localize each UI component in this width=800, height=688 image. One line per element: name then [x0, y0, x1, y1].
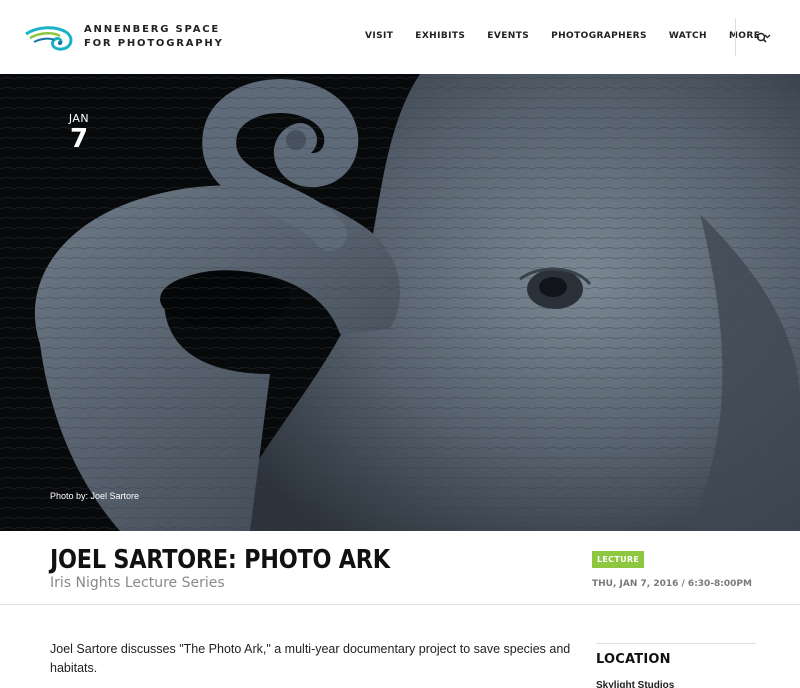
site-header: ANNENBERG SPACE FOR PHOTOGRAPHY VISIT EX…	[0, 0, 800, 74]
logo-swirl-icon	[25, 26, 73, 51]
search-icon[interactable]	[755, 31, 769, 45]
event-datetime: THU, JAN 7, 2016 / 6:30-8:00PM	[592, 579, 752, 589]
logo-line-2: FOR PHOTOGRAPHY	[84, 38, 224, 49]
event-title-bar: JOEL SARTORE: PHOTO ARK Iris Nights Lect…	[0, 531, 800, 605]
site-logo[interactable]: ANNENBERG SPACE FOR PHOTOGRAPHY	[24, 22, 224, 52]
event-subtitle: Iris Nights Lecture Series	[50, 575, 225, 591]
logo-line-1: ANNENBERG SPACE	[84, 24, 221, 35]
main-nav: VISIT EXHIBITS EVENTS PHOTOGRAPHERS WATC…	[365, 31, 793, 41]
event-description: Joel Sartore discusses "The Photo Ark," …	[50, 642, 571, 675]
location-heading: LOCATION	[596, 652, 671, 667]
nav-events[interactable]: EVENTS	[487, 31, 529, 41]
nav-visit[interactable]: VISIT	[365, 31, 393, 41]
nav-divider	[735, 18, 736, 56]
nav-photographers[interactable]: PHOTOGRAPHERS	[551, 31, 647, 41]
event-title: JOEL SARTORE: PHOTO ARK	[50, 545, 390, 575]
logo-text: ANNENBERG SPACE FOR PHOTOGRAPHY	[84, 23, 224, 51]
elephant-photo	[0, 74, 800, 531]
hero-image: JAN 7 Photo by: Joel Sartore	[0, 74, 800, 531]
location-name[interactable]: Skylight Studios	[596, 680, 674, 688]
nav-exhibits[interactable]: EXHIBITS	[415, 31, 465, 41]
event-date-day: 7	[69, 124, 89, 154]
nav-watch[interactable]: WATCH	[669, 31, 707, 41]
event-category-badge[interactable]: LECTURE	[592, 551, 645, 568]
sidebar-divider	[596, 643, 756, 644]
photo-credit: Photo by: Joel Sartore	[50, 491, 140, 501]
